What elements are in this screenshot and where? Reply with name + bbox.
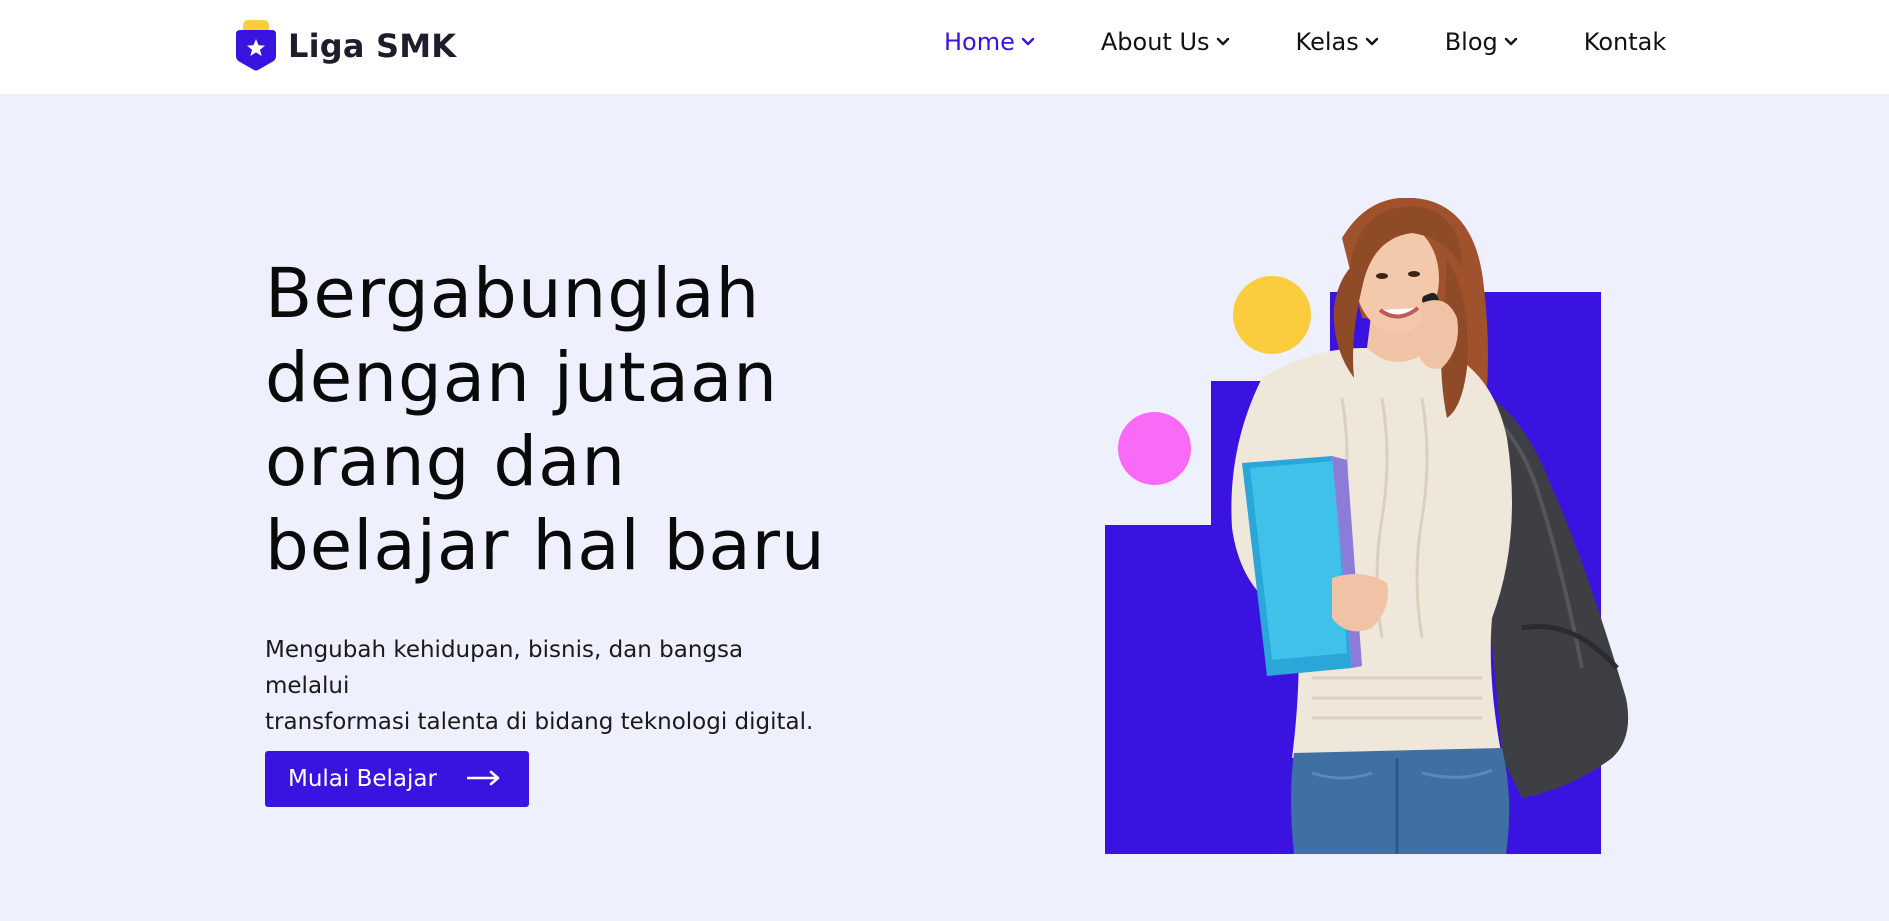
nav-item-home[interactable]: Home [944,28,1035,56]
star-shield-icon [234,20,278,72]
main-nav: Home About Us Kelas Blog Kontak [944,28,1666,56]
chevron-down-icon [1021,37,1035,47]
brand-name: Liga SMK [288,27,457,65]
nav-item-kelas[interactable]: Kelas [1296,28,1379,56]
brand-logo[interactable]: Liga SMK [234,20,456,72]
chevron-down-icon [1216,37,1230,47]
nav-item-label: Kelas [1295,28,1359,56]
hero-title-line: Bergabunglah [265,254,761,334]
start-learning-label: Mulai Belajar [288,766,437,792]
hero-title-line: belajar hal baru [265,506,826,586]
nav-item-label: Blog [1444,28,1498,56]
nav-item-label: Kontak [1583,28,1667,56]
nav-item-kontak[interactable]: Kontak [1584,28,1666,56]
pink-circle-decor [1118,412,1191,485]
nav-item-about-us[interactable]: About Us [1101,28,1230,56]
nav-item-label: About Us [1100,28,1210,56]
nav-item-blog[interactable]: Blog [1445,28,1518,56]
hero-subtitle: Mengubah kehidupan, bisnis, dan bangsa m… [265,632,825,740]
start-learning-button[interactable]: Mulai Belajar [265,751,529,807]
arrow-right-icon [466,766,501,792]
chevron-down-icon [1504,37,1518,47]
hero-title-line: orang dan [265,422,627,502]
hero-title-line: dengan jutaan [265,338,778,418]
student-photo [1231,198,1629,854]
hero-subtitle-line: transformasi talenta di bidang teknologi… [265,709,814,735]
chevron-down-icon [1365,37,1379,47]
site-header: Liga SMK Home About Us Kelas Blog Kontak [0,0,1889,94]
hero-title: Bergabunglah dengan jutaan orang dan bel… [265,252,885,588]
nav-item-label: Home [944,28,1015,56]
hero-subtitle-line: Mengubah kehidupan, bisnis, dan bangsa m… [265,637,744,699]
